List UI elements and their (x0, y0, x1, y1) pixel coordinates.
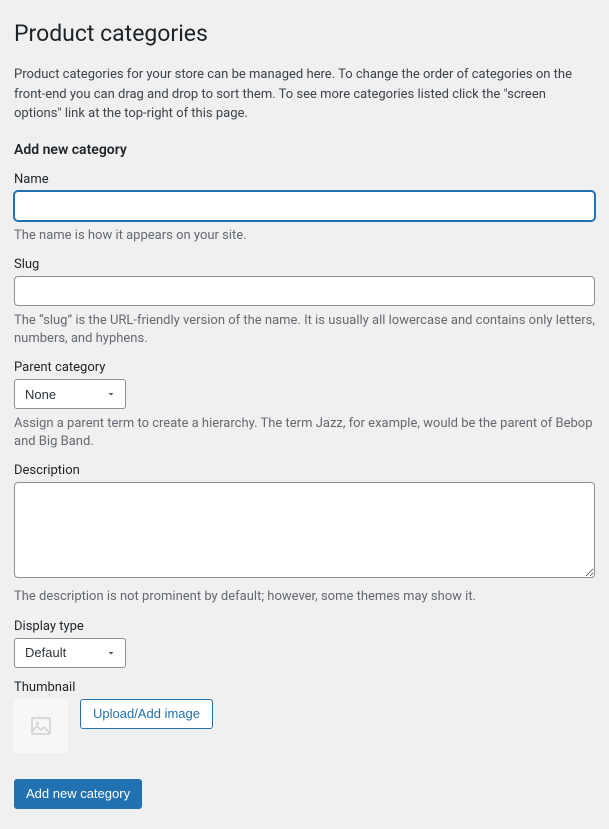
page-wrap: Product categories Product categories fo… (0, 0, 609, 829)
image-placeholder-icon (29, 714, 53, 738)
description-help: The description is not prominent by defa… (14, 588, 595, 606)
slug-label: Slug (14, 257, 595, 272)
thumbnail-label: Thumbnail (14, 680, 595, 695)
parent-help: Assign a parent term to create a hierarc… (14, 415, 595, 451)
form-heading: Add new category (14, 142, 595, 158)
parent-select[interactable]: None (14, 379, 126, 409)
slug-help: The “slug” is the URL-friendly version o… (14, 312, 595, 348)
thumbnail-placeholder-image (14, 699, 68, 753)
name-label: Name (14, 172, 595, 187)
parent-label: Parent category (14, 360, 595, 375)
page-title: Product categories (14, 20, 595, 47)
display-type-select[interactable]: Default (14, 638, 126, 668)
field-name: Name The name is how it appears on your … (14, 172, 595, 245)
add-new-category-button[interactable]: Add new category (14, 779, 142, 809)
name-help: The name is how it appears on your site. (14, 227, 595, 245)
field-description: Description The description is not promi… (14, 463, 595, 606)
field-parent-category: Parent category None Assign a parent ter… (14, 360, 595, 451)
field-display-type: Display type Default (14, 619, 595, 668)
description-label: Description (14, 463, 595, 478)
name-input[interactable] (14, 191, 595, 221)
field-thumbnail: Thumbnail Upload/Add image (14, 680, 595, 753)
page-intro: Product categories for your store can be… (14, 65, 595, 124)
description-textarea[interactable] (14, 482, 595, 578)
display-type-label: Display type (14, 619, 595, 634)
slug-input[interactable] (14, 276, 595, 306)
upload-add-image-button[interactable]: Upload/Add image (80, 699, 213, 729)
field-slug: Slug The “slug” is the URL-friendly vers… (14, 257, 595, 348)
